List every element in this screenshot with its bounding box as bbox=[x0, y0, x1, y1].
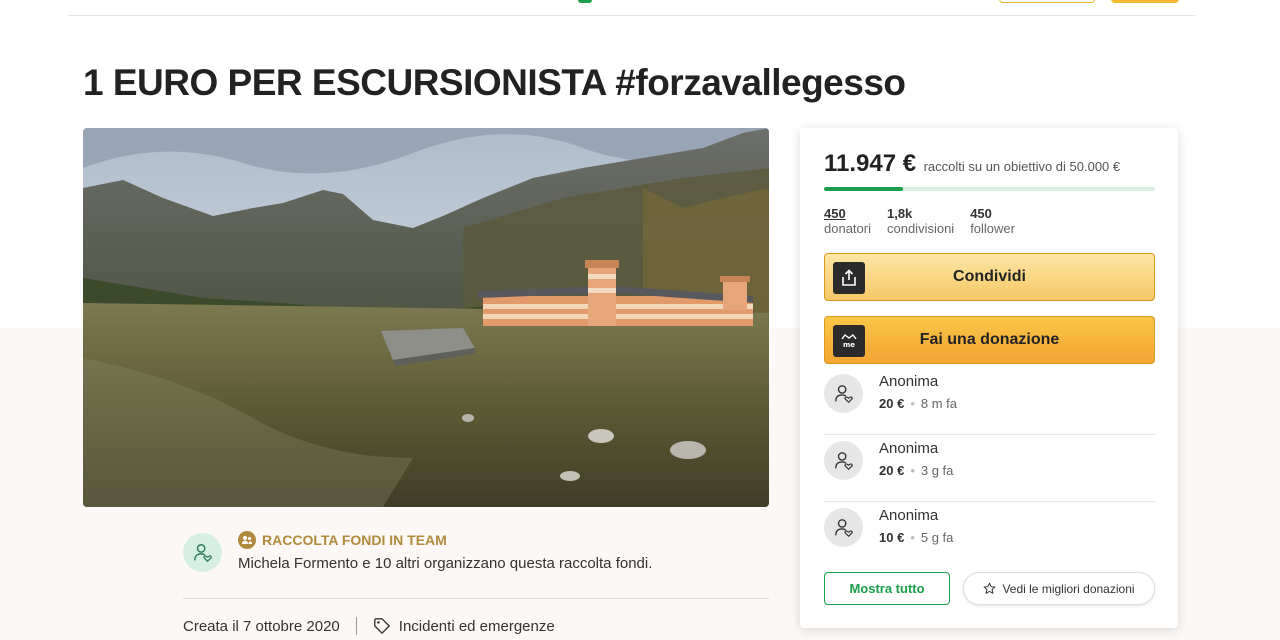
followers-count: 450 bbox=[970, 206, 992, 221]
donation-amount: 20 € bbox=[879, 463, 905, 478]
shares-label: condivisioni bbox=[886, 221, 955, 236]
campaign-meta: Creata il 7 ottobre 2020 Incidenti ed em… bbox=[183, 617, 555, 635]
donation-meta: 20 € • 8 m fa bbox=[879, 396, 957, 411]
donor-name: Anonima bbox=[879, 373, 939, 390]
dot-separator: • bbox=[910, 530, 915, 545]
campaign-title: 1 EURO PER ESCURSIONISTA #forzavallegess… bbox=[83, 62, 906, 103]
stat-followers: 450 follower bbox=[970, 206, 1015, 237]
category-link[interactable]: Incidenti ed emergenze bbox=[399, 618, 555, 635]
team-icon bbox=[238, 531, 256, 549]
share-icon bbox=[833, 262, 865, 294]
donation-amount: 20 € bbox=[879, 396, 905, 411]
organizer-description: Michela Formento e 10 altri organizzano … bbox=[238, 555, 653, 572]
header-start-button[interactable] bbox=[1111, 0, 1179, 3]
show-all-button[interactable]: Mostra tutto bbox=[824, 572, 950, 605]
header-outline-button[interactable] bbox=[999, 0, 1095, 3]
team-fundraiser-badge: RACCOLTA FONDI IN TEAM bbox=[238, 531, 447, 549]
donors-count[interactable]: 450 bbox=[824, 206, 871, 221]
header-logo-fragment[interactable] bbox=[578, 0, 592, 3]
star-icon bbox=[983, 582, 996, 595]
organizer-avatar[interactable] bbox=[183, 533, 222, 572]
tag-icon bbox=[373, 617, 391, 635]
team-fundraiser-label: RACCOLTA FONDI IN TEAM bbox=[262, 532, 447, 548]
donate-button[interactable]: me Fai una donazione bbox=[824, 316, 1155, 364]
stat-donors[interactable]: 450 donatori bbox=[824, 206, 871, 237]
donor-avatar bbox=[824, 508, 863, 547]
donate-button-label: Fai una donazione bbox=[919, 331, 1060, 348]
user-heart-icon bbox=[834, 384, 853, 403]
created-date: Creata il 7 ottobre 2020 bbox=[183, 617, 340, 635]
donation-time: 3 g fa bbox=[920, 463, 954, 478]
user-heart-icon bbox=[193, 543, 212, 562]
amount-raised: 11.947 € raccolti su un obiettivo di 50.… bbox=[824, 150, 1120, 178]
donation-meta: 20 € • 3 g fa bbox=[879, 463, 953, 478]
donor-avatar bbox=[824, 374, 863, 413]
share-button[interactable]: Condividi bbox=[824, 253, 1155, 301]
meta-separator bbox=[355, 617, 357, 635]
shares-count: 1,8k bbox=[886, 206, 913, 221]
top-donations-button[interactable]: Vedi le migliori donazioni bbox=[963, 572, 1155, 605]
donation-meta: 10 € • 5 g fa bbox=[879, 530, 953, 545]
progress-bar bbox=[824, 187, 1155, 191]
followers-label: follower bbox=[970, 221, 1015, 236]
dot-separator: • bbox=[910, 396, 915, 411]
donor-name: Anonima bbox=[879, 507, 939, 524]
donation-item: Anonima 20 € • 8 m fa bbox=[824, 368, 1155, 435]
donation-time: 5 g fa bbox=[920, 530, 954, 545]
donation-sidebar-card: 11.947 € raccolti su un obiettivo di 50.… bbox=[800, 128, 1178, 628]
section-divider bbox=[183, 598, 769, 599]
svg-text:me: me bbox=[843, 341, 855, 349]
stat-shares: 1,8k condivisioni bbox=[887, 206, 954, 237]
stats-row: 450 donatori 1,8k condivisioni 450 follo… bbox=[824, 206, 1031, 237]
donation-item: Anonima 10 € • 5 g fa bbox=[824, 502, 1155, 569]
donors-label: donatori bbox=[824, 221, 871, 236]
user-heart-icon bbox=[834, 518, 853, 537]
campaign-hero-image[interactable] bbox=[83, 128, 769, 507]
donor-avatar bbox=[824, 441, 863, 480]
dot-separator: • bbox=[910, 463, 915, 478]
user-heart-icon bbox=[834, 451, 853, 470]
share-button-label: Condividi bbox=[953, 268, 1026, 285]
donor-name: Anonima bbox=[879, 440, 939, 457]
gofundme-icon: me bbox=[833, 325, 865, 357]
hero-landscape-illustration bbox=[83, 128, 769, 507]
header-divider bbox=[68, 15, 1195, 16]
raised-amount: 11.947 € bbox=[824, 150, 917, 177]
donation-item: Anonima 20 € • 3 g fa bbox=[824, 435, 1155, 502]
donation-amount: 10 € bbox=[879, 530, 905, 545]
donation-time: 8 m fa bbox=[920, 396, 957, 411]
progress-fill bbox=[824, 187, 904, 191]
raised-goal-text: raccolti su un obiettivo di 50.000 € bbox=[923, 159, 1121, 174]
top-donations-label: Vedi le migliori donazioni bbox=[1002, 581, 1135, 596]
